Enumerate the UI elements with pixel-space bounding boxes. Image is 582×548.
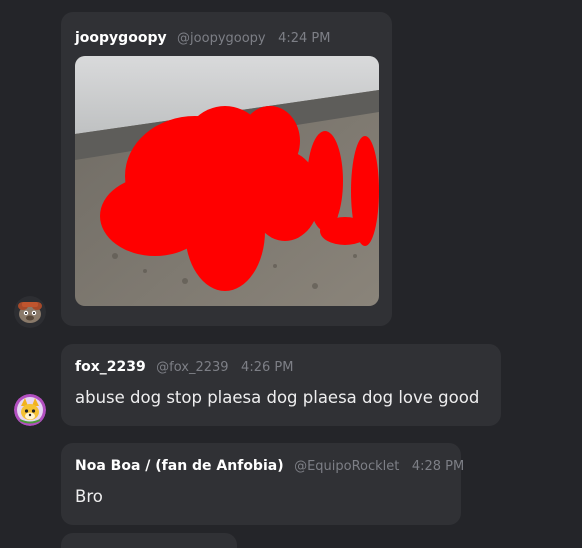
display-name[interactable]: joopygoopy: [75, 30, 167, 46]
message-text: abuse dog stop plaesa dog plaesa dog lov…: [75, 388, 480, 407]
message-bubble[interactable]: fox_2239 @fox_2239 4:26 PM abuse dog sto…: [61, 344, 501, 426]
timestamp: 4:28 PM: [411, 459, 465, 474]
message-bubble[interactable]: Noa Boa / (fan de Anfobia) @EquipoRockle…: [61, 443, 464, 525]
user-handle[interactable]: @joopygoopy: [177, 31, 266, 46]
cartoon-dog-avatar-icon[interactable]: [14, 296, 46, 328]
message-header: Noa Boa / (fan de Anfobia) @EquipoRockle…: [75, 458, 464, 474]
message-header: joopygoopy @joopygoopy 4:24 PM: [75, 30, 330, 46]
image-attachment[interactable]: [75, 56, 379, 306]
timestamp: 4:24 PM: [278, 31, 331, 46]
message-header: fox_2239 @fox_2239 4:26 PM: [75, 359, 293, 375]
display-name[interactable]: Noa Boa / (fan de Anfobia): [75, 458, 284, 474]
redacted-photo-icon: [75, 56, 379, 306]
cartoon-fox-avatar-icon[interactable]: [14, 394, 46, 426]
user-handle[interactable]: @fox_2239: [156, 360, 228, 375]
message-bubble[interactable]: joopygoopy @joopygoopy 4:24 PM: [61, 12, 392, 326]
message-feed: joopygoopy @joopygoopy 4:24 PM fox_2239 …: [0, 0, 582, 548]
message-bubble[interactable]: [61, 533, 237, 548]
message-text: Bro: [75, 487, 103, 506]
display-name[interactable]: fox_2239: [75, 359, 146, 375]
user-handle[interactable]: @EquipoRocklet: [294, 459, 399, 474]
timestamp: 4:26 PM: [241, 360, 294, 375]
